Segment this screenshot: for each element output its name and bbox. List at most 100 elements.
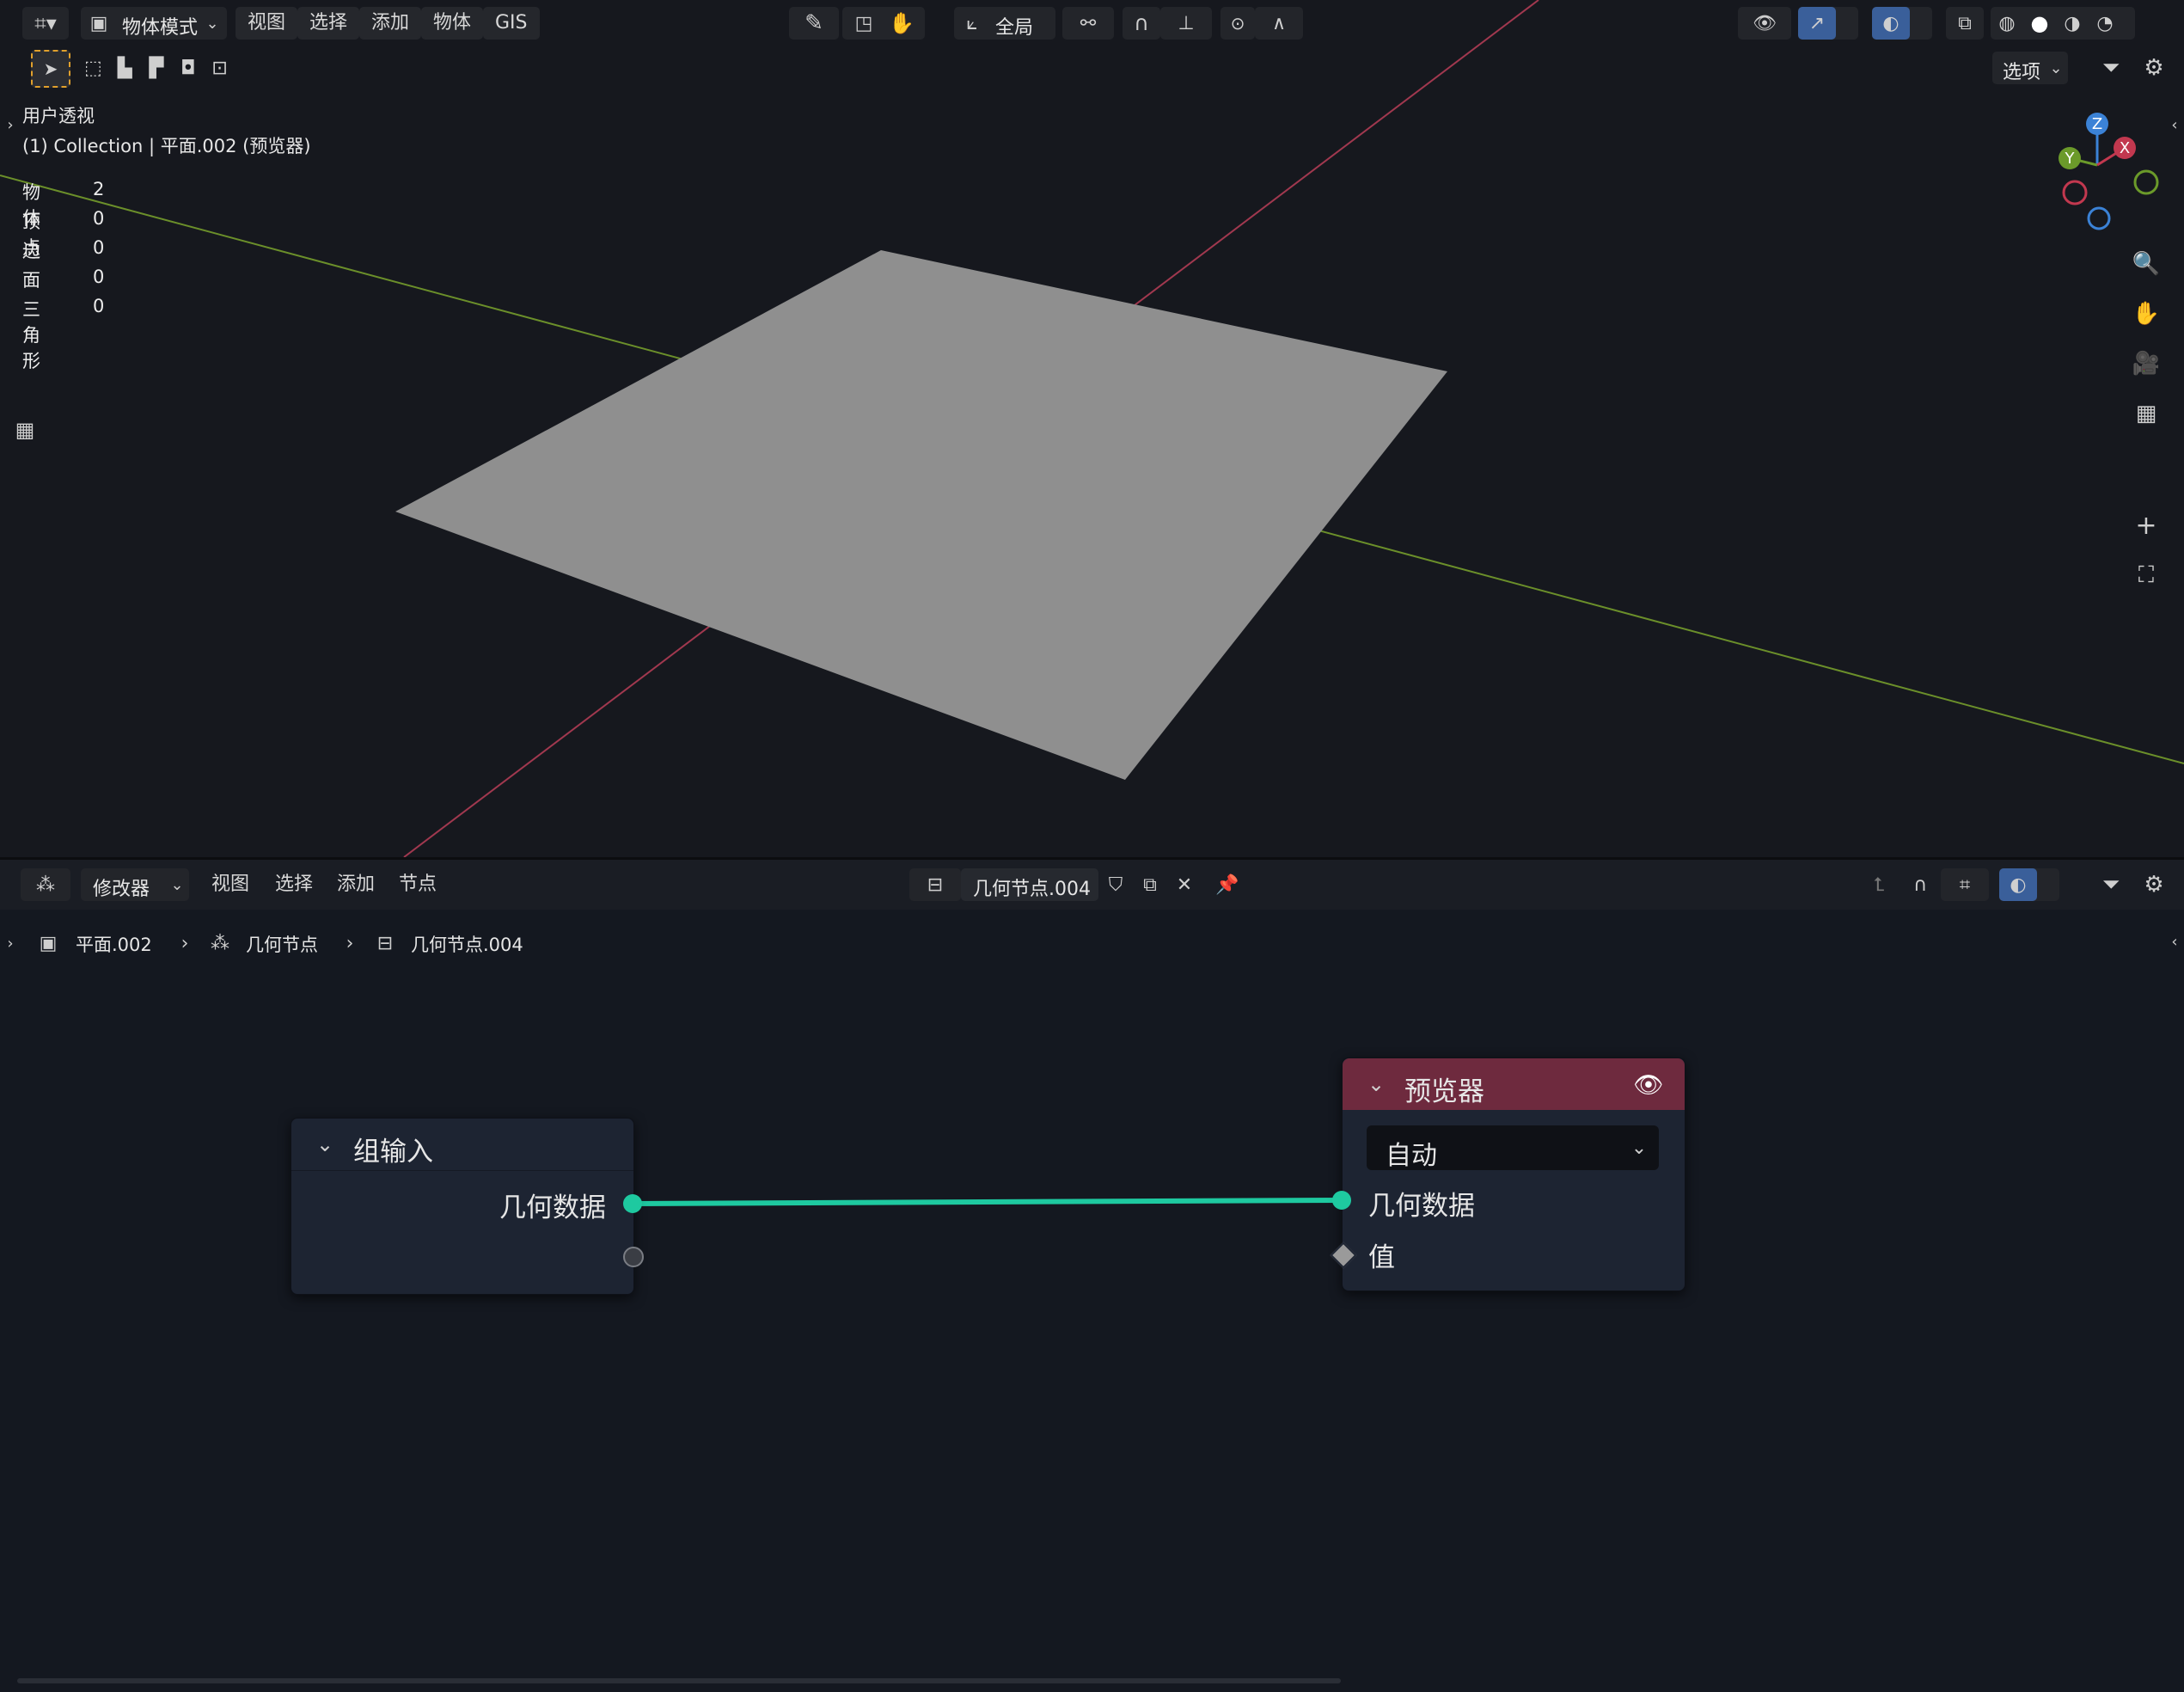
stat-value-faces: 0 <box>93 267 105 287</box>
plane-mesh <box>395 250 1447 780</box>
solid-shading-icon[interactable]: ● <box>2023 7 2056 40</box>
snap-increment-icon: ⊥ <box>1178 12 1195 34</box>
sidebar-expand-icon[interactable]: › <box>2 112 19 138</box>
snap-element-dropdown[interactable]: ⊥ <box>1160 7 1212 40</box>
eye-icon[interactable]: 👁 <box>1630 1067 1667 1101</box>
viewer-value-label: 值 <box>1368 1242 1395 1273</box>
object-mode-icon: ▣ <box>89 12 108 34</box>
horizontal-scrollbar[interactable] <box>17 1678 1341 1683</box>
gizmo-icon: ↗ <box>1798 7 1836 40</box>
add-icon[interactable]: + <box>2125 506 2168 545</box>
group-input-title: 组输入 <box>353 1137 433 1168</box>
mode-label: 物体模式 <box>122 17 199 39</box>
overlay-icon: ◐ <box>1872 7 1910 40</box>
viewer-geometry-socket[interactable] <box>1332 1191 1351 1210</box>
select-intersect-icon[interactable]: ⊡ <box>205 52 234 84</box>
collapse-chevron-icon[interactable]: ⌄ <box>1363 1069 1389 1100</box>
selection-mode-group: ⬚ ▙ ▛ ◘ ⊡ <box>79 52 234 84</box>
menu-select[interactable]: 选择 <box>297 7 360 40</box>
xray-icon: ⧉ <box>1958 12 1972 34</box>
3d-viewport[interactable]: ⌗▾ ▣ 物体模式 ⌄ 视图 选择 添加 物体 GIS ✎ ◳ ✋ ⟀ 全局 ⚯… <box>0 0 2184 857</box>
svg-text:Y: Y <box>2065 150 2076 168</box>
snap-corner-icon: ◳ <box>854 12 873 34</box>
snap-target-button[interactable]: ◳ ✋ <box>842 7 925 40</box>
eye-icon: 👁 <box>1753 12 1777 34</box>
stat-value-objects: 2 <box>93 179 105 199</box>
falloff-curve-icon: ∧ <box>1271 12 1287 34</box>
viewer-node[interactable]: ⌄ 预览器 👁 自动 ⌄ 几何数据 值 <box>1342 1058 1685 1291</box>
stat-value-vertices: 0 <box>93 208 105 229</box>
pan-hand-icon[interactable]: ✋ <box>2125 294 2168 334</box>
group-input-geometry-label: 几何数据 <box>499 1192 606 1223</box>
menu-object[interactable]: 物体 <box>421 7 484 40</box>
select-invert-icon[interactable]: ◘ <box>174 52 202 84</box>
zoom-icon[interactable]: 🔍 <box>2125 244 2168 284</box>
viewer-title: 预览器 <box>1404 1076 1484 1107</box>
select-new-icon[interactable]: ⬚ <box>79 52 107 84</box>
stat-label-faces: 面 <box>22 270 40 291</box>
wireframe-shading-icon[interactable]: ◍ <box>1991 7 2023 40</box>
group-input-empty-socket[interactable] <box>623 1247 644 1267</box>
select-extend-icon[interactable]: ▙ <box>111 52 139 84</box>
collapse-chevron-icon[interactable]: ⌄ <box>312 1129 338 1160</box>
rendered-shading-icon[interactable]: ◔ <box>2089 7 2121 40</box>
overlay-toggle[interactable]: ◐ <box>1872 7 1932 40</box>
proportional-edit-toggle[interactable]: ⊙ <box>1220 7 1255 40</box>
chevron-down-icon: ⌄ <box>1630 1137 1648 1159</box>
frame-selected-icon[interactable]: ⛶ <box>2125 555 2168 595</box>
snap-toggle[interactable]: ∩ <box>1123 7 1160 40</box>
navigation-gizmo[interactable]: Z Y X <box>2028 103 2166 241</box>
hand-icon: ✋ <box>889 11 915 35</box>
cursor-arrow-icon: ➤ <box>43 58 58 79</box>
stat-value-triangles: 0 <box>93 296 105 316</box>
chevron-down-icon: ⌄ <box>205 14 219 33</box>
node-editor[interactable]: ⁂ 修改器 ⌄ 视图 选择 添加 节点 ⊟ 几何节点.004 ⛉ ⧉ ✕ 📌 ⮤… <box>0 860 2184 1692</box>
xray-toggle[interactable]: ⧉ <box>1946 7 1984 40</box>
proportional-icon: ⊙ <box>1230 13 1245 34</box>
sidebar-collapse-icon[interactable]: ‹ <box>2166 112 2183 138</box>
stat-label-edges: 边 <box>22 241 40 261</box>
eyedropper-icon: ✎ <box>804 10 823 36</box>
svg-text:X: X <box>2120 139 2130 157</box>
toolbar-toggle-icon[interactable]: ▦ <box>10 414 40 445</box>
group-input-node[interactable]: ⌄ 组输入 几何数据 <box>291 1118 634 1295</box>
shading-mode-group[interactable]: ◍ ● ◑ ◔ <box>1991 7 2135 40</box>
gear-icon[interactable]: ⚙ <box>2137 52 2171 84</box>
options-label: 选项 <box>2003 62 2041 83</box>
orientation-dropdown[interactable]: ⟀ 全局 <box>954 7 1055 40</box>
eyedropper-button[interactable]: ✎ <box>789 7 839 40</box>
mode-dropdown[interactable]: ▣ 物体模式 ⌄ <box>81 7 227 40</box>
viewer-geometry-label: 几何数据 <box>1368 1191 1475 1222</box>
viewer-domain-value: 自动 <box>1386 1141 1437 1171</box>
gizmo-toggle[interactable]: ↗ <box>1798 7 1858 40</box>
geometry-link <box>632 1198 1343 1206</box>
menu-gis[interactable]: GIS <box>483 7 540 40</box>
select-tool-button[interactable]: ➤ <box>31 50 70 88</box>
svg-text:Z: Z <box>2092 115 2102 133</box>
menu-add[interactable]: 添加 <box>359 7 422 40</box>
filter-icon[interactable]: ⏷ <box>2094 52 2128 84</box>
view-name: 用户透视 <box>22 106 95 126</box>
stat-value-edges: 0 <box>93 237 105 258</box>
editor-type-button[interactable]: ⌗▾ <box>22 7 69 40</box>
link-icon: ⚯ <box>1080 12 1097 34</box>
viewport-scene <box>0 0 2184 857</box>
viewer-header[interactable]: ⌄ 预览器 👁 <box>1343 1058 1685 1110</box>
transform-orientation-icon: ⟀ <box>966 12 978 34</box>
chevron-down-icon: ⌄ <box>2049 58 2063 77</box>
group-input-geometry-socket[interactable] <box>623 1194 642 1213</box>
material-shading-icon[interactable]: ◑ <box>2056 7 2089 40</box>
menu-view[interactable]: 视图 <box>236 7 298 40</box>
select-subtract-icon[interactable]: ▛ <box>143 52 171 84</box>
axis-icon: ⌗▾ <box>34 11 57 35</box>
pivot-dropdown[interactable]: ⚯ <box>1062 7 1114 40</box>
grid-perspective-icon[interactable]: ▦ <box>2125 394 2168 433</box>
visibility-dropdown[interactable]: 👁 <box>1738 7 1791 40</box>
orientation-label: 全局 <box>995 17 1034 39</box>
viewer-domain-dropdown[interactable]: 自动 ⌄ <box>1367 1125 1659 1171</box>
falloff-dropdown[interactable]: ∧ <box>1255 7 1303 40</box>
camera-icon[interactable]: 🎥 <box>2125 344 2168 383</box>
group-input-header[interactable]: ⌄ 组输入 <box>291 1119 633 1171</box>
stat-label-triangles: 三角形 <box>22 299 40 371</box>
options-dropdown[interactable]: 选项 ⌄ <box>1992 52 2068 84</box>
